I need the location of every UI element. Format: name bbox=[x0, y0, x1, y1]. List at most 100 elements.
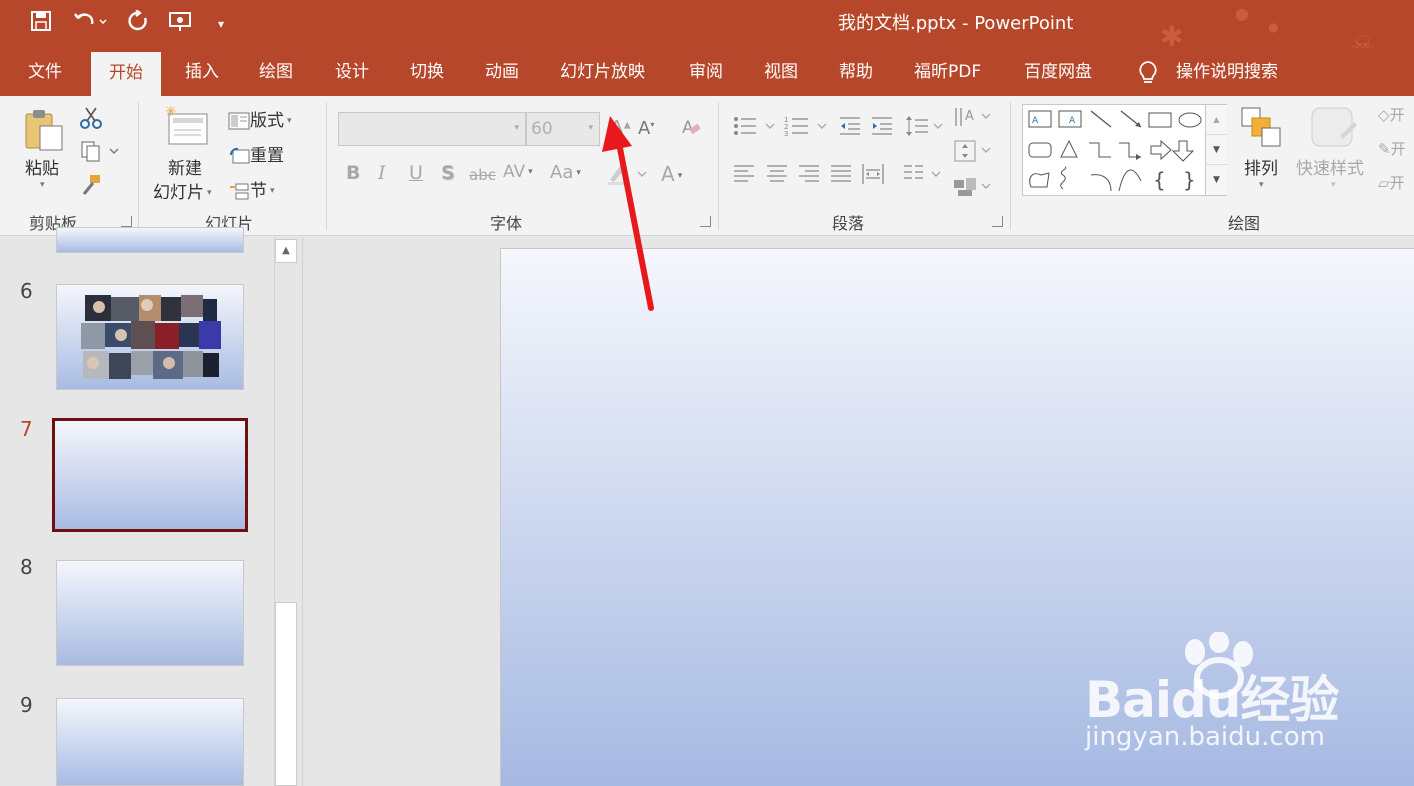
scroll-up-icon[interactable]: ▲ bbox=[275, 239, 297, 263]
arrange-button[interactable]: 排列 bbox=[1244, 154, 1278, 179]
redo-icon[interactable] bbox=[126, 9, 150, 38]
tab-slideshow[interactable]: 幻灯片放映 bbox=[558, 48, 647, 96]
underline-button[interactable]: U bbox=[409, 162, 423, 184]
shape-effects-label: 开 bbox=[1389, 174, 1405, 192]
slide-panel-scrollbar[interactable]: ▲ bbox=[274, 237, 298, 786]
slide-thumbnail[interactable] bbox=[56, 698, 244, 786]
paste-button[interactable]: 粘贴 bbox=[25, 154, 59, 179]
font-name-dropdown-icon: ▾ bbox=[514, 123, 519, 133]
tab-file[interactable]: 文件 bbox=[26, 48, 64, 96]
shapes-gallery[interactable]: A A { } ▲ ▼ ▼ bbox=[1022, 104, 1227, 196]
slideshow-from-start-icon[interactable] bbox=[168, 10, 194, 38]
shape-fill-label: 开 bbox=[1389, 106, 1405, 124]
clipboard-launcher-icon[interactable] bbox=[121, 216, 132, 227]
layout-button[interactable]: 版式 ▾ bbox=[228, 106, 292, 131]
panel-divider[interactable] bbox=[302, 237, 303, 786]
line-spacing-icon[interactable] bbox=[904, 114, 944, 142]
smartart-convert-icon[interactable] bbox=[952, 174, 992, 204]
font-name-combo[interactable]: ▾ bbox=[338, 112, 526, 146]
svg-text:{: { bbox=[1153, 168, 1166, 192]
copy-icon[interactable] bbox=[80, 140, 120, 167]
strikethrough-button[interactable]: abc bbox=[469, 166, 496, 184]
quick-styles-button[interactable]: 快速样式 bbox=[1296, 154, 1364, 179]
decorative-dot-icon: ● bbox=[1235, 4, 1249, 23]
quick-styles-dropdown-icon[interactable]: ▾ bbox=[1331, 180, 1336, 190]
photo-collage bbox=[81, 295, 221, 379]
tab-insert[interactable]: 插入 bbox=[183, 48, 221, 96]
customize-qat-icon[interactable]: ▾ bbox=[218, 10, 224, 38]
slide-thumbnail-selected[interactable] bbox=[52, 418, 248, 532]
align-center-icon[interactable] bbox=[765, 162, 789, 190]
tab-view[interactable]: 视图 bbox=[762, 48, 800, 96]
numbering-icon[interactable]: 123 bbox=[784, 114, 830, 142]
paragraph-group-label: 段落 bbox=[832, 214, 865, 233]
decrease-indent-icon[interactable] bbox=[838, 114, 862, 142]
paste-dropdown-icon[interactable]: ▾ bbox=[40, 180, 45, 190]
align-left-icon[interactable] bbox=[732, 162, 756, 190]
new-slide-label-bottom[interactable]: 幻灯片 ▾ bbox=[153, 178, 212, 203]
change-case-button[interactable]: Aa ▾ bbox=[550, 162, 581, 183]
paste-icon[interactable] bbox=[24, 108, 64, 151]
gallery-down-icon[interactable]: ▼ bbox=[1206, 135, 1227, 165]
tell-me-search[interactable]: 操作说明搜索 bbox=[1174, 48, 1280, 96]
text-direction-icon[interactable]: A bbox=[952, 104, 992, 134]
justify-icon[interactable] bbox=[829, 162, 853, 190]
slide-thumbnail[interactable] bbox=[56, 560, 244, 666]
undo-icon[interactable] bbox=[72, 10, 108, 38]
tab-home[interactable]: 开始 bbox=[91, 52, 161, 96]
arrange-icon[interactable] bbox=[1240, 106, 1284, 152]
save-icon[interactable] bbox=[30, 10, 52, 38]
bullets-icon[interactable] bbox=[732, 114, 778, 142]
shape-outline-label: 开 bbox=[1390, 140, 1406, 158]
baidu-jingyan-watermark: Baidu经验 jingyan.baidu.com bbox=[1085, 632, 1345, 762]
quick-styles-icon[interactable] bbox=[1310, 106, 1358, 154]
cut-icon[interactable] bbox=[80, 106, 102, 135]
tab-foxit-pdf[interactable]: 福昕PDF bbox=[912, 48, 983, 96]
font-group-label: 字体 bbox=[490, 214, 523, 233]
character-spacing-button[interactable]: AV ▾ bbox=[503, 162, 533, 182]
slide-number: 6 bbox=[20, 279, 33, 303]
gallery-up-icon[interactable]: ▲ bbox=[1206, 105, 1227, 135]
clear-formatting-icon[interactable]: A bbox=[680, 116, 702, 143]
tab-draw[interactable]: 绘图 bbox=[257, 48, 295, 96]
decorative-dot-icon: ● bbox=[1268, 20, 1279, 34]
arrange-dropdown-icon[interactable]: ▾ bbox=[1259, 180, 1264, 190]
window-title: 我的文档.pptx - PowerPoint bbox=[838, 13, 1074, 34]
watermark-url: jingyan.baidu.com bbox=[1085, 722, 1325, 752]
tab-help[interactable]: 帮助 bbox=[837, 48, 875, 96]
shape-outline-button[interactable]: ✎开 bbox=[1378, 138, 1406, 159]
align-text-icon[interactable] bbox=[952, 138, 992, 168]
tab-design[interactable]: 设计 bbox=[333, 48, 371, 96]
tab-baidu-netdisk[interactable]: 百度网盘 bbox=[1022, 48, 1094, 96]
format-painter-icon[interactable] bbox=[80, 174, 102, 201]
font-launcher-icon[interactable] bbox=[700, 216, 711, 227]
slide-thumbnail[interactable] bbox=[56, 284, 244, 390]
section-button[interactable]: 节 ▾ bbox=[228, 176, 275, 201]
tab-review[interactable]: 审阅 bbox=[687, 48, 725, 96]
new-slide-label-top[interactable]: 新建 bbox=[168, 154, 202, 179]
slide-thumbnail-partial[interactable] bbox=[56, 227, 244, 253]
svg-text:A: A bbox=[965, 109, 974, 124]
new-slide-dropdown-icon: ▾ bbox=[207, 188, 212, 198]
slide-thumbnail-panel: 6 7 8 9 bbox=[0, 227, 300, 786]
columns-icon[interactable] bbox=[902, 162, 944, 190]
font-size-combo[interactable]: 60 ▾ bbox=[526, 112, 600, 146]
tab-animations[interactable]: 动画 bbox=[483, 48, 521, 96]
character-spacing-label: AV bbox=[503, 162, 526, 182]
gallery-expand-icon[interactable]: ▼ bbox=[1206, 165, 1227, 195]
align-right-icon[interactable] bbox=[797, 162, 821, 190]
tab-transitions[interactable]: 切换 bbox=[408, 48, 446, 96]
paragraph-launcher-icon[interactable] bbox=[992, 216, 1003, 227]
scrollbar-thumb[interactable] bbox=[275, 602, 297, 786]
bold-button[interactable]: B bbox=[346, 162, 360, 184]
italic-button[interactable]: I bbox=[378, 162, 386, 184]
distributed-icon[interactable] bbox=[861, 162, 885, 190]
shapes-gallery-scroller[interactable]: ▲ ▼ ▼ bbox=[1205, 105, 1227, 195]
increase-indent-icon[interactable] bbox=[870, 114, 894, 142]
reset-button[interactable]: 重置 bbox=[228, 141, 284, 166]
shape-fill-button[interactable]: ◇开 bbox=[1378, 104, 1405, 125]
group-separator bbox=[138, 102, 139, 230]
new-slide-icon[interactable]: ✳ bbox=[165, 104, 211, 150]
shadow-button[interactable]: S bbox=[441, 162, 455, 184]
shape-effects-button[interactable]: ▱开 bbox=[1378, 172, 1405, 193]
